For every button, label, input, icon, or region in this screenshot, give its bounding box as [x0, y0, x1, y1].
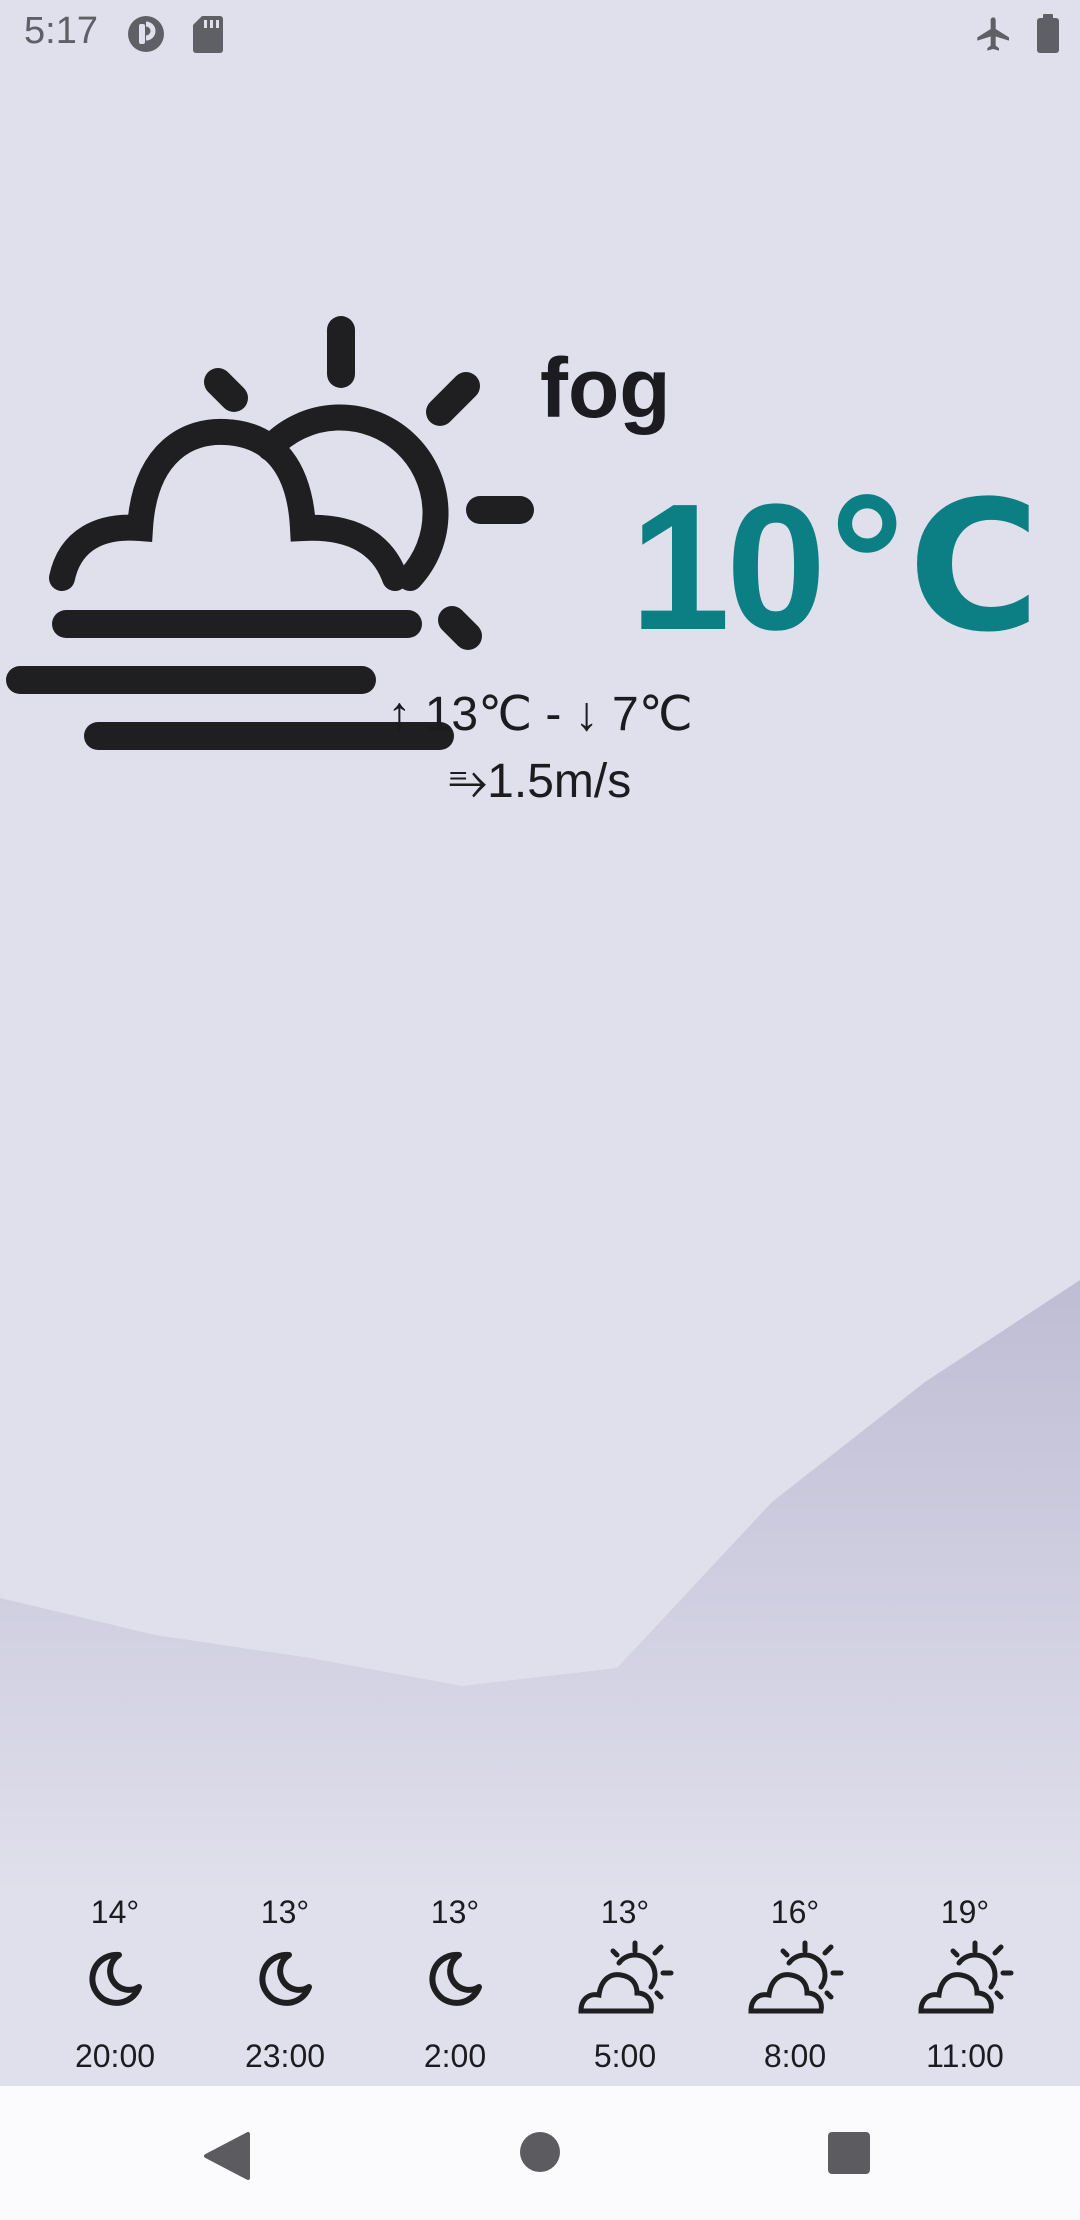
forecast-time: 2:00: [423, 2038, 487, 2074]
forecast-temp: 13°: [260, 1894, 310, 1930]
cloud-sun-icon: [748, 1940, 844, 2014]
home-icon[interactable]: [518, 2130, 562, 2174]
forecast-time: 20:00: [74, 2038, 156, 2074]
temperature-trend-graph: [0, 1280, 1080, 1890]
forecast-time: 11:00: [926, 2038, 1004, 2074]
forecast-item: 13° 5:00: [540, 1890, 710, 2078]
forecast-item: 13° 2:00: [370, 1890, 540, 2078]
forecast-item: 13° 23:00: [200, 1890, 370, 2078]
forecast-item: 14° 20:00: [30, 1890, 200, 2078]
forecast-time: 5:00: [593, 2038, 657, 2074]
forecast-time: 8:00: [763, 2038, 827, 2074]
forecast-temp: 19°: [940, 1894, 990, 1930]
forecast-item: 19° 11:00: [880, 1890, 1050, 2078]
forecast-item: 16° 8:00: [710, 1890, 880, 2078]
navigation-bar: [0, 2086, 1080, 2220]
recents-icon[interactable]: [826, 2130, 872, 2176]
forecast-temp: 14°: [90, 1894, 140, 1930]
back-icon[interactable]: [200, 2130, 252, 2182]
forecast-temp: 13°: [430, 1894, 480, 1930]
moon-icon: [89, 1951, 142, 2006]
moon-icon: [429, 1951, 482, 2006]
forecast-temp: 13°: [600, 1894, 650, 1930]
forecast-time: 23:00: [244, 2038, 326, 2074]
forecast-temp: 16°: [770, 1894, 820, 1930]
cloud-sun-icon: [578, 1940, 674, 2014]
moon-icon: [259, 1951, 312, 2006]
hourly-forecast: 14° 20:00 13° 23:00 13° 2:00 13° 5:00 16…: [0, 1890, 1080, 2085]
cloud-sun-icon: [918, 1940, 1014, 2014]
